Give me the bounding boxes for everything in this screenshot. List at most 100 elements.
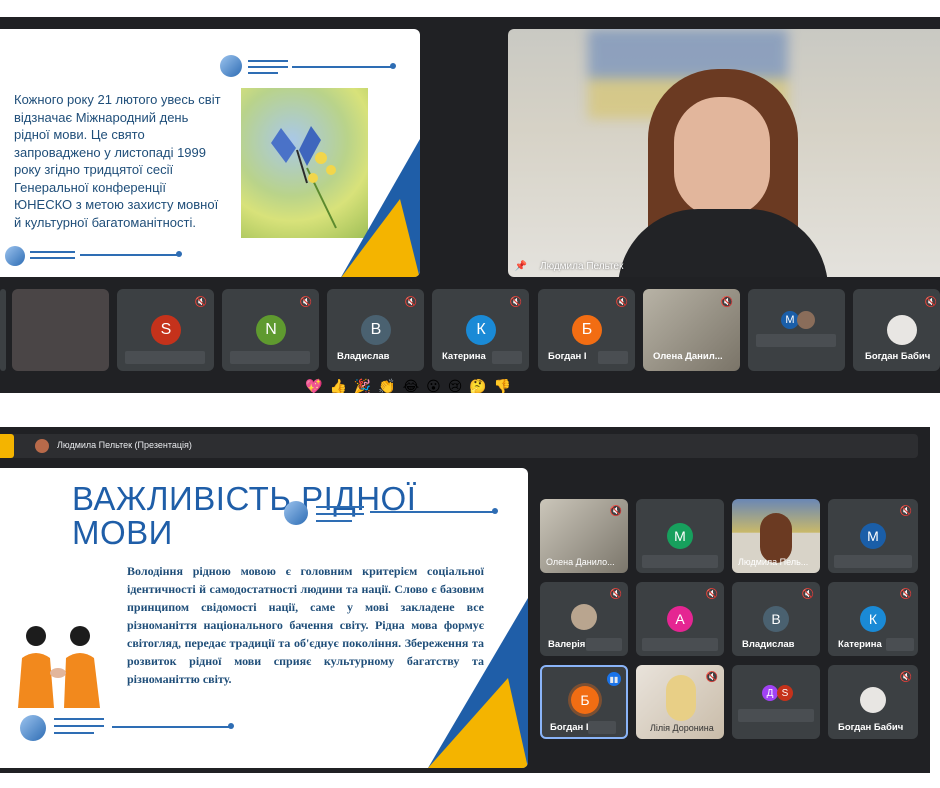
pin-icon[interactable]: 📌	[514, 259, 528, 273]
avatar-initial: Б	[580, 692, 590, 708]
speaking-indicator-icon: ▮▮	[607, 672, 621, 686]
decor-line	[30, 257, 75, 259]
participant-video-tile[interactable]: Людмила Пель...	[732, 499, 820, 573]
participant-name: Валерія	[548, 639, 586, 650]
participant-tile[interactable]: M	[636, 499, 724, 573]
reaction-thinking[interactable]: 🤔	[469, 378, 486, 393]
avatar: Б	[571, 686, 599, 714]
participant-tile[interactable]: 🔇 N	[222, 289, 319, 371]
reaction-heart[interactable]: 💖	[305, 378, 322, 393]
mic-off-icon: 🔇	[194, 296, 208, 308]
avatar-initial: M	[867, 528, 879, 544]
decor-line	[316, 506, 364, 508]
decor-line	[54, 732, 94, 734]
decor-line	[248, 60, 288, 62]
decor-triangles	[341, 139, 420, 277]
avatar-initial: N	[265, 321, 277, 338]
mic-off-icon: 🔇	[705, 671, 719, 683]
decor-line	[316, 513, 364, 515]
avatar: N	[256, 315, 286, 345]
avatar-initial: S	[160, 321, 172, 338]
mic-off-icon: 🔇	[299, 296, 313, 308]
mic-off-icon: 🔇	[615, 296, 629, 308]
mic-off-icon: 🔇	[899, 671, 913, 683]
avatar: К	[860, 606, 886, 632]
participant-tile[interactable]: M	[748, 289, 845, 371]
decor-dot	[492, 508, 498, 514]
mic-off-icon: 🔇	[899, 588, 913, 600]
avatar-initial: M	[674, 528, 686, 544]
participant-tile-speaking[interactable]: ▮▮ Б Богдан І	[540, 665, 628, 739]
decor-line	[248, 66, 288, 68]
presenter-video[interactable]: 📌 Людмила Пельтек	[508, 29, 940, 277]
avatar: S	[777, 685, 793, 701]
participant-video-tile[interactable]: 🔇 Олена Данило...	[540, 499, 628, 573]
avatar-initial: В	[370, 321, 382, 338]
decor-line	[370, 511, 494, 513]
blurred-name	[125, 351, 205, 364]
participant-name: Катерина	[442, 351, 486, 362]
participant-tile[interactable]: 🔇 Богдан Бабич	[828, 665, 918, 739]
reactions-bar: 💖 👍 🎉 👏 😂 😮 😢 🤔 👎	[305, 378, 511, 393]
presenter-avatar	[35, 439, 49, 453]
avatar-initial: В	[771, 611, 781, 627]
reaction-thumbs-down[interactable]: 👎	[494, 378, 511, 393]
participant-tile[interactable]: Д S	[732, 665, 820, 739]
participant-tile[interactable]: 🔇 В Владислав	[732, 582, 820, 656]
reaction-clap[interactable]: 👏	[378, 378, 395, 393]
participant-tile[interactable]: 🔇 Богдан Бабич	[853, 289, 940, 371]
participant-video-tile[interactable]: 🔇 Олена Данил...	[643, 289, 740, 371]
decor-line	[30, 251, 75, 253]
participant-tile[interactable]: 🔇 В Владислав	[327, 289, 424, 371]
presentation-title: Людмила Пельтек (Презентація)	[57, 440, 192, 450]
participant-tile[interactable]: 🔇 Валерія	[540, 582, 628, 656]
participant-tile[interactable]: 🔇 A	[636, 582, 724, 656]
decor-dot	[176, 251, 182, 257]
meet-screenshot-top: Кожного року 21 лютого увесь світ відзна…	[0, 17, 940, 393]
mic-off-icon: 🔇	[801, 588, 815, 600]
reaction-party[interactable]: 🎉	[354, 378, 371, 393]
participant-video-tile[interactable]: 🔇 Лілія Доронина	[636, 665, 724, 739]
mic-off-icon: 🔇	[720, 296, 734, 308]
avatar-initial: M	[785, 314, 795, 326]
participant-tile[interactable]: 🔇 Б Богдан І	[538, 289, 635, 371]
avatar: К	[466, 315, 496, 345]
participant-tile[interactable]: 🔇 M	[828, 499, 918, 573]
people-illustration	[18, 626, 100, 708]
decor-line	[248, 72, 278, 74]
avatar-photo	[860, 687, 886, 713]
avatar: A	[667, 606, 693, 632]
participant-name: Богдан Бабич	[838, 722, 904, 733]
reaction-thumbs-up[interactable]: 👍	[329, 378, 346, 393]
meet-screenshot-bottom: Людмила Пельтек (Презентація) ВАЖЛИВІСТЬ…	[0, 427, 930, 773]
participant-tile[interactable]: 🔇 К Катерина	[828, 582, 918, 656]
blurred-name	[738, 709, 814, 722]
participant-tile[interactable]: 🔇 К Катерина	[432, 289, 529, 371]
slide-text: Кожного року 21 лютого увесь світ відзна…	[14, 92, 221, 230]
decor-circle	[5, 246, 25, 266]
blurred-name	[230, 351, 310, 364]
mic-off-icon: 🔇	[924, 296, 938, 308]
avatar-photo	[571, 604, 597, 630]
participant-tile[interactable]: 🔇 S	[117, 289, 214, 371]
stop-presenting-button[interactable]	[0, 434, 14, 458]
presentation-bar: Людмила Пельтек (Презентація)	[0, 434, 918, 458]
tile-blank[interactable]	[12, 289, 109, 371]
participant-name: Богдан І	[548, 351, 587, 362]
participant-name: Владислав	[742, 639, 795, 650]
reaction-laugh[interactable]: 😂	[403, 378, 419, 393]
avatar: Д	[762, 685, 778, 701]
mic-off-icon: 🔇	[509, 296, 523, 308]
mic-off-icon: 🔇	[705, 588, 719, 600]
blurred-name	[588, 721, 616, 734]
reaction-surprised[interactable]: 😮	[426, 378, 441, 393]
reaction-sad[interactable]: 😢	[448, 378, 463, 393]
avatar-photo	[797, 311, 815, 329]
tile-partial[interactable]	[0, 289, 6, 371]
avatar-initial: К	[868, 611, 878, 627]
decor-line	[292, 66, 392, 68]
avatar-initial: Д	[766, 687, 774, 699]
presenter-hair	[760, 513, 792, 563]
avatar: В	[361, 315, 391, 345]
decor-dot	[228, 723, 234, 729]
